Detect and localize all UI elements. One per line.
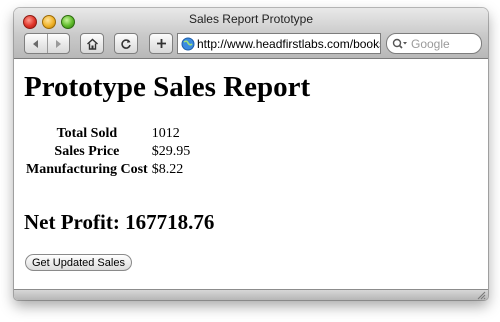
address-bar[interactable]: http://www.headfirstlabs.com/books/hfaja… <box>177 33 381 54</box>
add-bookmark-icon <box>156 39 166 48</box>
sales-report-table: Total Sold 1012 Sales Price $29.95 Manuf… <box>24 125 192 179</box>
globe-icon <box>181 37 195 50</box>
search-icon <box>392 38 407 49</box>
row-label: Total Sold <box>56 126 118 141</box>
add-bookmark-button[interactable] <box>149 33 173 54</box>
title-bar: Sales Report Prototype http://www.headfi… <box>14 8 488 59</box>
back-icon <box>32 39 38 48</box>
forward-button[interactable] <box>46 34 70 53</box>
row-value: 1012 <box>151 126 180 141</box>
resize-grip-icon[interactable] <box>477 291 486 300</box>
address-text: http://www.headfirstlabs.com/books/hfaja… <box>197 36 380 51</box>
status-bar <box>14 289 488 300</box>
get-updated-sales-button[interactable]: Get Updated Sales <box>25 254 132 271</box>
table-row: Sales Price $29.95 <box>24 143 192 161</box>
search-placeholder: Google <box>411 36 450 51</box>
table-row: Total Sold 1012 <box>24 125 192 143</box>
page-title: Prototype Sales Report <box>24 71 311 103</box>
row-value: $8.22 <box>151 162 184 177</box>
home-icon <box>86 38 98 50</box>
row-label: Manufacturing Cost <box>26 162 148 177</box>
browser-window: Sales Report Prototype http://www.headfi… <box>14 8 488 300</box>
net-profit-heading: Net Profit: 167718.76 <box>24 210 215 234</box>
search-field[interactable]: Google <box>386 33 482 54</box>
row-label: Sales Price <box>54 144 120 159</box>
page-content: Prototype Sales Report Total Sold 1012 S… <box>14 59 488 289</box>
back-button[interactable] <box>25 34 47 53</box>
reload-icon <box>121 38 131 49</box>
table-row: Manufacturing Cost $8.22 <box>24 161 192 179</box>
forward-icon <box>56 39 62 48</box>
home-button[interactable] <box>80 33 104 54</box>
row-value: $29.95 <box>151 144 191 159</box>
reload-button[interactable] <box>114 33 138 54</box>
back-forward-group <box>24 33 70 54</box>
window-title: Sales Report Prototype <box>188 12 314 26</box>
